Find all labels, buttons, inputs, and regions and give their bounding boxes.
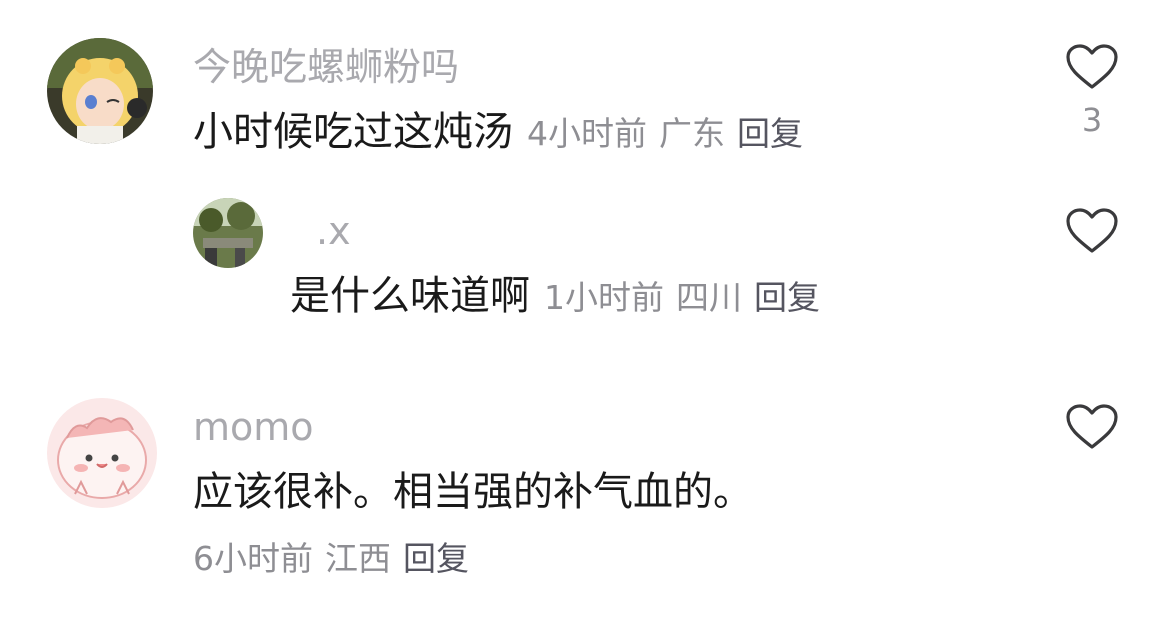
- comment-time: 6小时前: [193, 539, 313, 578]
- username[interactable]: .x: [316, 212, 351, 250]
- reply-text-body: 是什么味道啊: [290, 273, 530, 319]
- heart-outline-icon: [1066, 44, 1118, 89]
- avatar[interactable]: [47, 398, 157, 508]
- reply-button[interactable]: 回复: [754, 278, 820, 317]
- heart-outline-icon: [1066, 404, 1118, 449]
- comment-text: 应该很补。相当强的补气血的。: [193, 469, 753, 515]
- comment-text-body: 小时候吃过这炖汤: [193, 109, 513, 155]
- comment-meta: 6小时前 江西 回复: [193, 542, 481, 575]
- like-count: 3: [1081, 101, 1103, 139]
- reply-meta: 1小时前 四川 回复: [544, 278, 832, 317]
- comment-location: 广东: [659, 114, 725, 153]
- avatar-scenery-image: [193, 198, 263, 268]
- username[interactable]: 今晚吃螺蛳粉吗: [193, 48, 459, 86]
- like-button[interactable]: [1065, 404, 1119, 450]
- reply-text: 是什么味道啊 1小时前 四川 回复: [290, 276, 832, 316]
- comment-meta: 4小时前 广东 回复: [527, 114, 815, 153]
- comment-text: 小时候吃过这炖汤 4小时前 广东 回复: [193, 112, 815, 152]
- reply-location: 四川: [676, 278, 742, 317]
- avatar[interactable]: [193, 198, 263, 268]
- heart-outline-icon: [1066, 208, 1118, 253]
- username[interactable]: momo: [193, 408, 314, 446]
- reply-button[interactable]: 回复: [737, 114, 803, 153]
- like-button[interactable]: [1065, 208, 1119, 254]
- comment-list: 今晚吃螺蛳粉吗 小时候吃过这炖汤 4小时前 广东 回复 3 .x 是什么味道啊 …: [0, 0, 1170, 629]
- avatar-pink-character-image: [47, 398, 157, 508]
- comment-location: 江西: [325, 539, 391, 578]
- avatar[interactable]: [47, 38, 153, 144]
- avatar-anime-girl-image: [47, 38, 153, 144]
- reply-time: 1小时前: [544, 278, 664, 317]
- like-button[interactable]: 3: [1065, 44, 1119, 136]
- comment-time: 4小时前: [527, 114, 647, 153]
- reply-button[interactable]: 回复: [403, 539, 469, 578]
